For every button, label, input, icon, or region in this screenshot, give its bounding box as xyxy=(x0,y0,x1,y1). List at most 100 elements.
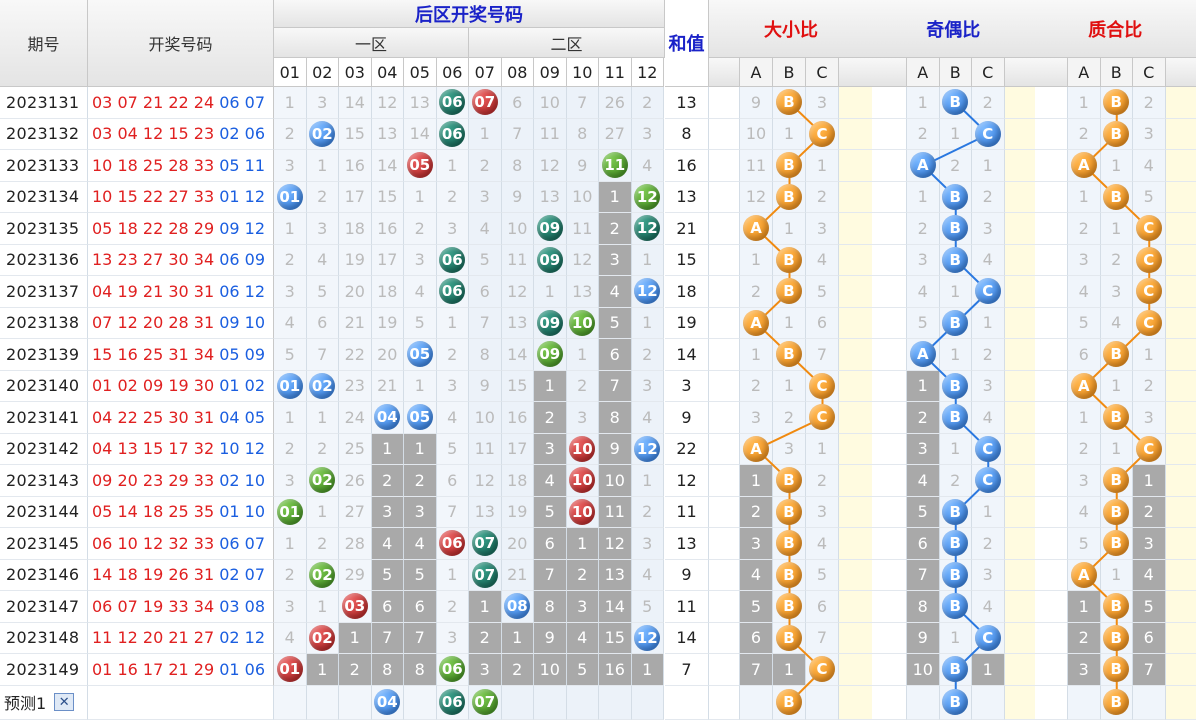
number-cell-11: 2 xyxy=(599,213,632,245)
size-tail-cell xyxy=(839,307,874,339)
prime-cell-b: B xyxy=(1100,339,1133,371)
prime-ball-b: B xyxy=(1103,656,1130,683)
drawn-number-ball: 10 xyxy=(569,467,596,494)
number-cell-07: 4 xyxy=(469,213,502,245)
number-cell-12: 3 xyxy=(631,118,664,150)
prime-cell-b: B xyxy=(1100,181,1133,213)
oddeven-cell-c: 2 xyxy=(972,181,1005,213)
number-cell-03: 25 xyxy=(339,433,372,465)
number-cell-10: 10 xyxy=(566,307,599,339)
prime-tail-cell xyxy=(1165,181,1196,213)
oddeven-gap-cell xyxy=(872,370,907,402)
prime-gap-cell xyxy=(1035,591,1068,623)
sum-value-cell: 13 xyxy=(665,87,709,119)
draw-numbers-cell: 01 02 09 19 30 01 02 xyxy=(88,370,274,402)
number-cell-01: 2 xyxy=(274,244,307,276)
number-cell-05: 4 xyxy=(404,276,437,308)
number-cell-12: 4 xyxy=(631,402,664,434)
number-cell-05: 4 xyxy=(404,528,437,560)
oddeven-cell-b: B xyxy=(939,244,972,276)
close-prediction-button[interactable]: ✕ xyxy=(54,693,75,712)
prime-gap-cell xyxy=(1035,118,1068,150)
size-ball-b: B xyxy=(776,624,802,651)
number-cell-02: 02 xyxy=(306,118,339,150)
front-numbers: 05 14 18 25 35 xyxy=(92,502,215,522)
number-cell-06: 4 xyxy=(436,402,469,434)
prime-cell-c: C xyxy=(1133,276,1166,308)
number-cell-10: 9 xyxy=(566,150,599,182)
number-cell-06: 2 xyxy=(436,181,469,213)
prime-prediction-cell xyxy=(1133,685,1166,720)
oddeven-gap-cell xyxy=(872,118,907,150)
number-cell-06: 3 xyxy=(436,622,469,654)
front-numbers: 14 18 19 26 31 xyxy=(92,565,215,585)
draw-numbers-cell: 05 18 22 28 29 09 12 xyxy=(88,213,274,245)
prediction-number-cell: 07 xyxy=(469,685,502,720)
front-numbers: 01 02 09 19 30 xyxy=(92,376,215,396)
size-prediction-cell xyxy=(740,685,773,720)
oddeven-cell-a: 2 xyxy=(907,118,940,150)
size-cell-b: 3 xyxy=(773,433,806,465)
sum-value-cell: 13 xyxy=(665,181,709,213)
drawn-number-ball: 05 xyxy=(406,152,433,179)
drawn-number-ball: 02 xyxy=(309,561,336,588)
size-cell-a: 12 xyxy=(740,181,773,213)
oddeven-cell-a: 3 xyxy=(907,433,940,465)
number-cell-10: 1 xyxy=(566,339,599,371)
prime-cell-c: 2 xyxy=(1133,370,1166,402)
front-numbers: 03 07 21 22 24 xyxy=(92,92,215,112)
prediction-input-cell[interactable] xyxy=(88,685,274,720)
size-ball-b: B xyxy=(776,278,802,305)
number-cell-04: 13 xyxy=(371,118,404,150)
oddeven-ball-c: C xyxy=(974,278,1001,305)
number-cell-02: 3 xyxy=(306,87,339,119)
number-cell-06: 6 xyxy=(436,465,469,497)
lottery-trend-chart: 期号 开奖号码 后区开奖号码 一区 二区 01 02 03 04 05 06 07 08 09 10 11 12… xyxy=(0,0,1196,720)
number-header-05: 05 xyxy=(404,58,437,87)
number-cell-02: 02 xyxy=(306,465,339,497)
drawn-number-ball: 01 xyxy=(276,372,303,399)
size-cell-c: 3 xyxy=(806,213,839,245)
prime-cell-b: 4 xyxy=(1100,307,1133,339)
oddeven-tail-cell xyxy=(1004,150,1036,182)
sum-value-cell: 13 xyxy=(665,528,709,560)
oddeven-gap-cell xyxy=(872,181,907,213)
size-tail-cell xyxy=(839,213,874,245)
prime-gap-cell xyxy=(1035,339,1068,371)
prime-ball-b: B xyxy=(1103,404,1130,431)
number-cell-04: 4 xyxy=(371,528,404,560)
prime-cell-b: B xyxy=(1100,118,1133,150)
prime-header-tail xyxy=(1165,58,1196,87)
back-numbers: 06 09 xyxy=(219,250,266,270)
oddeven-ball-b: B xyxy=(942,372,969,399)
back-numbers: 01 02 xyxy=(219,376,266,396)
number-cell-05: 2 xyxy=(404,465,437,497)
size-prediction-cell: B xyxy=(773,685,806,720)
number-cell-05: 8 xyxy=(404,654,437,686)
oddeven-cell-b: B xyxy=(939,213,972,245)
back-numbers: 01 06 xyxy=(219,659,266,679)
number-cell-10: 2 xyxy=(566,370,599,402)
prime-gap-cell xyxy=(1035,276,1068,308)
oddeven-tail-cell xyxy=(1004,118,1036,150)
number-cell-01: 3 xyxy=(274,276,307,308)
front-numbers: 06 07 19 33 34 xyxy=(92,596,215,616)
drawn-number-ball: 04 xyxy=(374,404,401,431)
number-cell-07: 7 xyxy=(469,307,502,339)
prime-cell-b: 1 xyxy=(1100,213,1133,245)
number-cell-07: 13 xyxy=(469,496,502,528)
number-cell-03: 16 xyxy=(339,150,372,182)
prime-gap-cell xyxy=(1035,244,1068,276)
number-cell-12: 1 xyxy=(631,465,664,497)
number-header-08: 08 xyxy=(501,58,534,87)
number-cell-01: 3 xyxy=(274,150,307,182)
size-gap-cell xyxy=(709,496,740,528)
prime-cell-c: C xyxy=(1133,307,1166,339)
size-header-b: B xyxy=(773,58,806,87)
prediction-number-cell xyxy=(501,685,534,720)
zone1-header: 一区 xyxy=(274,28,469,58)
size-cell-c: 3 xyxy=(806,496,839,528)
size-cell-c: 6 xyxy=(806,591,839,623)
oddeven-cell-b: 1 xyxy=(939,339,972,371)
number-cell-09: 8 xyxy=(534,591,567,623)
